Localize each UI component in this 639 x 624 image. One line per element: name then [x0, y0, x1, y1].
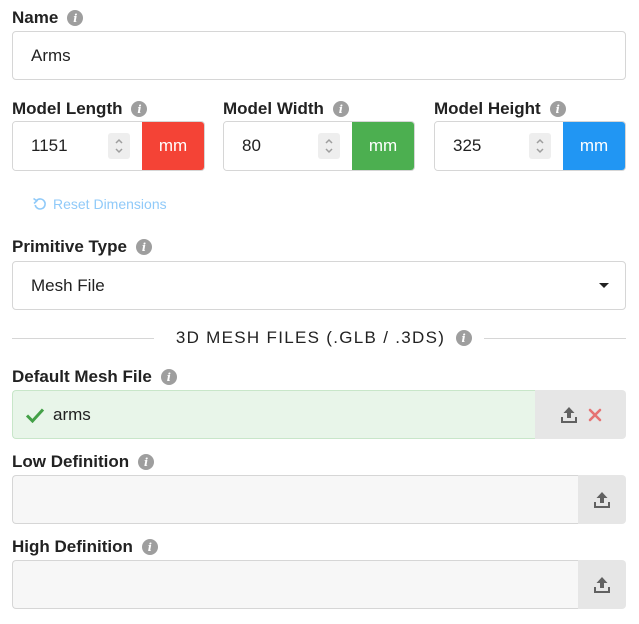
- info-icon[interactable]: i: [131, 101, 148, 117]
- model-height-label: Model Height i: [434, 98, 566, 120]
- primitive-type-label-text: Primitive Type: [12, 237, 127, 256]
- reset-dimensions-button[interactable]: Reset Dimensions: [32, 196, 167, 212]
- primitive-type-label: Primitive Type i: [12, 236, 152, 258]
- spinner-arrows-icon: [536, 138, 544, 154]
- high-definition-label: High Definition i: [12, 536, 158, 558]
- model-length-label-text: Model Length: [12, 99, 123, 118]
- model-properties-form: Name i Arms Model Length i Model Width i…: [0, 0, 639, 624]
- mesh-files-divider: 3D MESH FILES (.GLB / .3DS) i: [12, 324, 627, 352]
- low-definition-actions: [578, 475, 626, 524]
- name-label-text: Name: [12, 8, 59, 27]
- default-mesh-label-text: Default Mesh File: [12, 367, 152, 386]
- number-spinner[interactable]: [318, 133, 340, 159]
- info-icon[interactable]: i: [67, 10, 84, 26]
- unit-badge: mm: [142, 122, 204, 170]
- caret-down-icon: [599, 283, 609, 288]
- model-width-label-text: Model Width: [223, 99, 324, 118]
- info-icon[interactable]: i: [332, 101, 349, 117]
- info-icon[interactable]: i: [141, 539, 158, 555]
- upload-icon[interactable]: [592, 575, 612, 595]
- mesh-files-title-text: 3D MESH FILES (.GLB / .3DS): [175, 328, 446, 347]
- default-mesh-field[interactable]: arms: [12, 390, 535, 439]
- reset-dimensions-label: Reset Dimensions: [53, 196, 167, 212]
- unit-label: mm: [579, 136, 609, 155]
- low-definition-field[interactable]: [12, 475, 578, 524]
- model-width-field: 80 mm: [223, 121, 415, 171]
- info-icon[interactable]: i: [135, 239, 152, 255]
- default-mesh-actions: [535, 390, 626, 439]
- close-icon[interactable]: [587, 407, 603, 423]
- upload-icon[interactable]: [559, 405, 579, 425]
- model-width-input[interactable]: 80: [224, 122, 352, 170]
- model-length-field: 1151 mm: [12, 121, 205, 171]
- name-input[interactable]: Arms: [12, 31, 626, 80]
- check-icon: [25, 407, 45, 423]
- model-length-input[interactable]: 1151: [13, 122, 142, 170]
- low-definition-label-text: Low Definition: [12, 452, 130, 471]
- unit-badge: mm: [563, 122, 625, 170]
- model-width-label: Model Width i: [223, 98, 349, 120]
- spinner-arrows-icon: [115, 138, 123, 154]
- high-definition-row: [12, 560, 626, 609]
- unit-label: mm: [158, 136, 188, 155]
- info-icon[interactable]: i: [549, 101, 566, 117]
- divider-line: [12, 337, 154, 339]
- primitive-type-select[interactable]: Mesh File: [12, 261, 626, 310]
- info-icon[interactable]: i: [456, 330, 473, 346]
- model-length-label: Model Length i: [12, 98, 148, 120]
- model-height-field: 325 mm: [434, 121, 626, 171]
- model-length-value: 1151: [31, 136, 68, 155]
- upload-icon[interactable]: [592, 490, 612, 510]
- model-height-input[interactable]: 325: [435, 122, 563, 170]
- name-label: Name i: [12, 7, 84, 29]
- default-mesh-filename: arms: [53, 404, 91, 424]
- unit-label: mm: [368, 136, 398, 155]
- model-width-value: 80: [242, 136, 261, 155]
- default-mesh-row: arms: [12, 390, 626, 439]
- high-definition-actions: [578, 560, 626, 609]
- name-input-value: Arms: [31, 45, 71, 65]
- primitive-type-value: Mesh File: [31, 275, 105, 295]
- model-height-label-text: Model Height: [434, 99, 541, 118]
- mesh-files-section-title: 3D MESH FILES (.GLB / .3DS) i: [154, 328, 484, 348]
- low-definition-row: [12, 475, 626, 524]
- spinner-arrows-icon: [325, 138, 333, 154]
- high-definition-label-text: High Definition: [12, 537, 133, 556]
- model-height-value: 325: [453, 136, 482, 155]
- default-mesh-label: Default Mesh File i: [12, 366, 177, 388]
- info-icon[interactable]: i: [160, 369, 177, 385]
- number-spinner[interactable]: [529, 133, 551, 159]
- undo-icon: [33, 197, 46, 210]
- number-spinner[interactable]: [108, 133, 130, 159]
- unit-badge: mm: [352, 122, 414, 170]
- info-icon[interactable]: i: [138, 454, 155, 470]
- high-definition-field[interactable]: [12, 560, 578, 609]
- divider-line: [484, 337, 627, 339]
- low-definition-label: Low Definition i: [12, 451, 155, 473]
